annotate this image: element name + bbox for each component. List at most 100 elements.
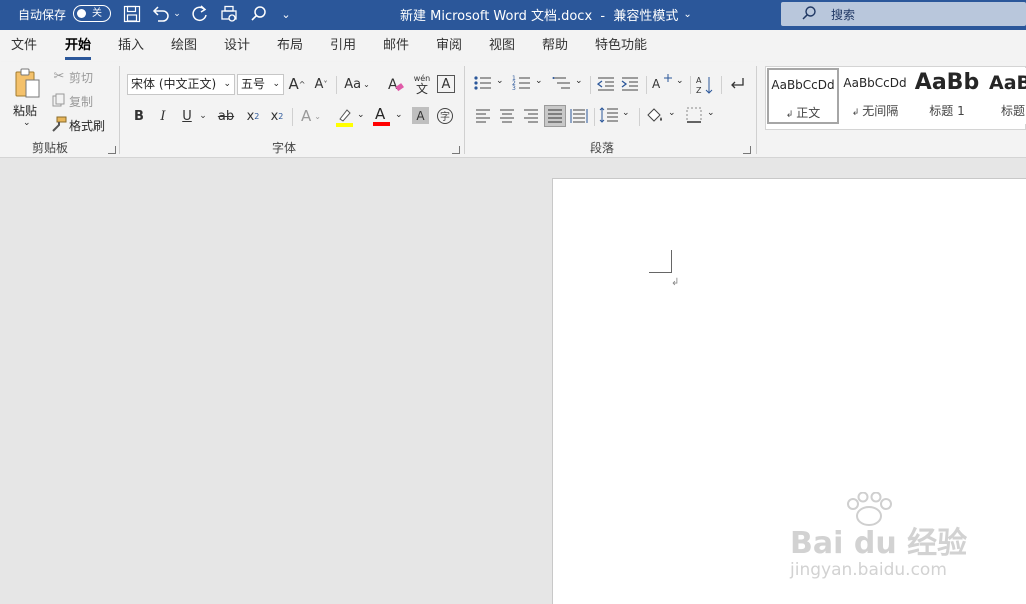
tab-design[interactable]: 设计 [224,30,250,62]
paste-button[interactable]: 粘贴 ⌄ [10,66,44,136]
subscript-button[interactable]: x2 [244,106,262,126]
style-title[interactable]: AaBl 标题 [983,68,1026,124]
format-painter-icon [50,115,67,132]
autosave-state: 关 [92,8,102,19]
paste-dropdown-icon: ⌄ [23,118,31,128]
italic-button[interactable]: I [156,106,170,126]
clear-format-icon[interactable]: A [386,74,406,94]
sort-icon[interactable]: AZ [695,74,715,96]
paste-icon [14,68,42,103]
style-normal[interactable]: AaBbCcDd ↲ 正文 [767,68,839,124]
document-page[interactable]: ↲ [552,178,1026,604]
strikethrough-button[interactable]: ab [216,106,236,126]
character-border-icon[interactable]: A [437,75,455,93]
cut-button[interactable]: 剪切 [69,69,93,86]
document-title: 新建 Microsoft Word 文档.docx - 兼容性模式 ⌄ [400,0,692,28]
format-painter-button[interactable]: 格式刷 [69,117,105,134]
font-group-label: 字体 [272,141,297,155]
underline-dropdown-icon[interactable]: ⌄ [198,106,208,126]
bullets-button[interactable]: ⌄ [473,74,505,94]
shading-button[interactable]: ⌄ [645,106,679,126]
align-right-icon[interactable] [521,106,541,126]
tab-help[interactable]: 帮助 [542,30,568,62]
customize-toolbar-icon[interactable]: ⌄ [279,4,293,24]
style-heading-1[interactable]: AaBb 标题 1 [911,68,983,124]
chinese-layout-icon: A [652,74,672,91]
clipboard-group-label: 剪贴板 [32,141,69,155]
autosave-toggle[interactable]: 关 [73,5,111,22]
font-color-button[interactable]: A ⌄ [372,105,406,128]
borders-button[interactable]: ⌄ [685,106,719,126]
enclose-characters-icon[interactable]: 字 [436,106,454,126]
tab-references[interactable]: 引用 [330,30,356,62]
search-quick-icon[interactable] [248,4,270,24]
tab-layout[interactable]: 布局 [277,30,303,62]
ribbon-tabs: 文件 开始 插入 绘图 设计 布局 引用 邮件 审阅 视图 帮助 特色功能 [0,30,1026,62]
font-color-swatch [373,122,390,126]
cut-icon: ✂ [53,68,65,84]
separator [590,76,591,94]
chevron-down-icon: ⌄ [395,110,403,120]
subscript-text: x [246,108,255,124]
chevron-down-icon: ⌄ [707,108,715,118]
tab-draw[interactable]: 绘图 [171,30,197,62]
tab-special-features[interactable]: 特色功能 [595,30,647,62]
align-left-icon[interactable] [473,106,493,126]
copy-button[interactable]: 复制 [69,93,93,110]
separator [292,108,293,126]
style-name: ↲ 正文 [785,106,821,120]
paint-bucket-icon [647,108,662,122]
save-icon[interactable] [122,4,142,24]
undo-icon[interactable] [150,4,172,24]
title-dropdown-icon[interactable]: ⌄ [683,9,691,20]
chevron-down-icon: ⌄ [668,108,676,118]
decrease-indent-icon[interactable] [596,74,616,94]
tab-file[interactable]: 文件 [11,30,37,62]
change-case-text: Aa [344,76,362,92]
increase-indent-icon[interactable] [620,74,640,94]
chinese-layout-button[interactable]: A ⌄ [651,74,685,94]
clipboard-launcher-icon[interactable] [108,146,116,154]
paragraph-group-label: 段落 [590,141,615,155]
distributed-align-icon[interactable] [569,106,589,126]
show-formatting-marks-icon[interactable] [727,74,747,94]
font-launcher-icon[interactable] [452,146,460,154]
redo-icon[interactable] [189,4,211,24]
numbering-button[interactable]: 123 ⌄ [512,74,544,94]
highlight-color-button[interactable]: ⌄ [334,106,368,128]
copy-icon [51,92,67,108]
text-effects-icon[interactable]: A ⌄ [296,106,326,126]
grow-font-text: A [288,75,299,93]
tab-review[interactable]: 审阅 [436,30,462,62]
line-spacing-button[interactable]: ⌄ [599,106,633,126]
superscript-button[interactable]: x2 [268,106,286,126]
grow-font-icon[interactable]: A ^ [288,74,306,94]
underline-button[interactable]: U [180,106,194,126]
tab-view[interactable]: 视图 [489,30,515,62]
tab-mailings[interactable]: 邮件 [383,30,409,62]
search-box[interactable]: 搜索 [781,2,1026,26]
font-name-value: 宋体 (中文正文) [131,77,217,91]
undo-dropdown-icon[interactable]: ⌄ [172,4,182,24]
shrink-font-icon[interactable]: A ˅ [312,74,330,94]
phonetic-guide-icon[interactable]: wén 文 [411,72,433,96]
justify-icon[interactable] [544,105,566,127]
bold-button[interactable]: B [132,106,146,126]
style-name-text: 正文 [796,106,821,120]
ribbon: 粘贴 ⌄ ✂ 剪切 复制 格式刷 剪贴板 宋体 (中文正文) ⌄ 五号 ⌄ A ^… [0,62,1026,158]
change-case-icon[interactable]: Aa ⌄ [342,74,372,94]
style-no-spacing[interactable]: AaBbCcDd ↲ 无间隔 [839,68,911,124]
multilevel-list-button[interactable]: ⌄ [552,74,584,94]
document-area[interactable]: ↲ [0,158,1026,604]
align-center-icon[interactable] [497,106,517,126]
character-shading-icon[interactable]: A [412,107,429,124]
print-preview-icon[interactable] [218,4,240,24]
style-name: 标题 [1001,104,1026,118]
tab-insert[interactable]: 插入 [118,30,144,62]
paragraph-launcher-icon[interactable] [743,146,751,154]
font-name-select[interactable]: 宋体 (中文正文) ⌄ [127,74,235,95]
chevron-down-icon: ⌄ [676,76,684,86]
toggle-knob [77,9,86,18]
font-size-select[interactable]: 五号 ⌄ [237,74,284,95]
tab-home[interactable]: 开始 [65,30,92,62]
